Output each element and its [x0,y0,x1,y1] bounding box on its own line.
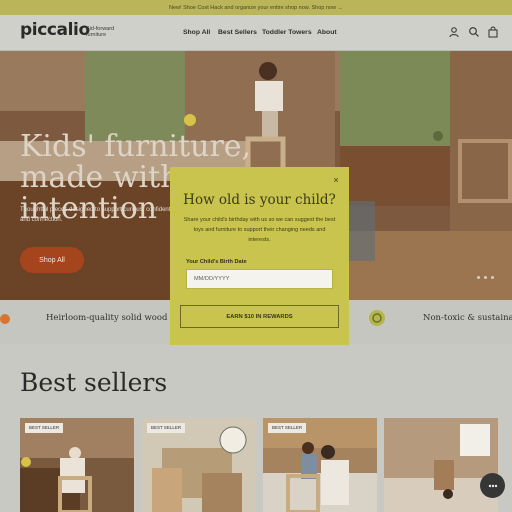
leaf-icon [369,310,385,326]
carousel-dots[interactable] [477,276,494,279]
shop-all-button[interactable]: Shop All [20,247,84,273]
modal-description: Share your child's birthday with us so w… [183,217,336,243]
best-sellers-title: Best sellers [20,368,168,397]
carousel-dot[interactable] [484,276,487,279]
best-seller-badge: BEST SELLER [25,423,64,433]
best-seller-badge: BEST SELLER [268,423,307,433]
best-seller-badge: BEST SELLER [147,423,186,433]
product-image [384,418,498,512]
birth-date-input[interactable] [186,269,333,289]
birthday-modal: × How old is your child? Share your chil… [170,167,349,345]
nav-toddler-towers[interactable]: Toddler Towers [262,29,312,36]
nav-shop-all[interactable]: Shop All [183,29,210,36]
announcement-bar[interactable]: New! Shoe Cost Hack and organize your en… [0,0,512,15]
earn-rewards-button[interactable]: EARN $10 IN REWARDS [180,305,339,328]
close-icon[interactable]: × [331,175,341,185]
chat-button[interactable] [480,473,505,498]
carousel-dot[interactable] [491,276,494,279]
feature-solid-wood: Heirloom-quality solid wood [46,313,168,323]
product-card[interactable] [384,418,498,512]
cart-icon[interactable] [487,26,499,38]
modal-title: How old is your child? [183,192,336,208]
chat-icon [488,484,497,487]
logo-tagline: Kid-forward furniture [86,26,115,38]
feature-non-toxic: Non-toxic & sustainably [423,313,512,323]
carousel-dot[interactable] [477,276,480,279]
search-icon[interactable] [468,26,480,38]
account-icon[interactable] [448,26,460,38]
site-header: piccalio Kid-forward furniture Shop All … [0,15,512,51]
product-card[interactable]: BEST SELLER [142,418,256,512]
product-card[interactable]: BEST SELLER [20,418,134,512]
product-card[interactable]: BEST SELLER [263,418,377,512]
wood-icon [0,314,10,324]
logo[interactable]: piccalio [20,20,90,40]
announcement-text[interactable]: New! Shoe Cost Hack and organize your en… [169,5,343,11]
page: New! Shoe Cost Hack and organize your en… [0,0,512,512]
nav-about[interactable]: About [317,29,337,36]
nav-best-sellers[interactable]: Best Sellers [218,29,257,36]
birth-date-label: Your Child's Birth Date [186,259,247,265]
hero-subtitle: Thoughtful pieces designed to support cu… [20,207,189,223]
